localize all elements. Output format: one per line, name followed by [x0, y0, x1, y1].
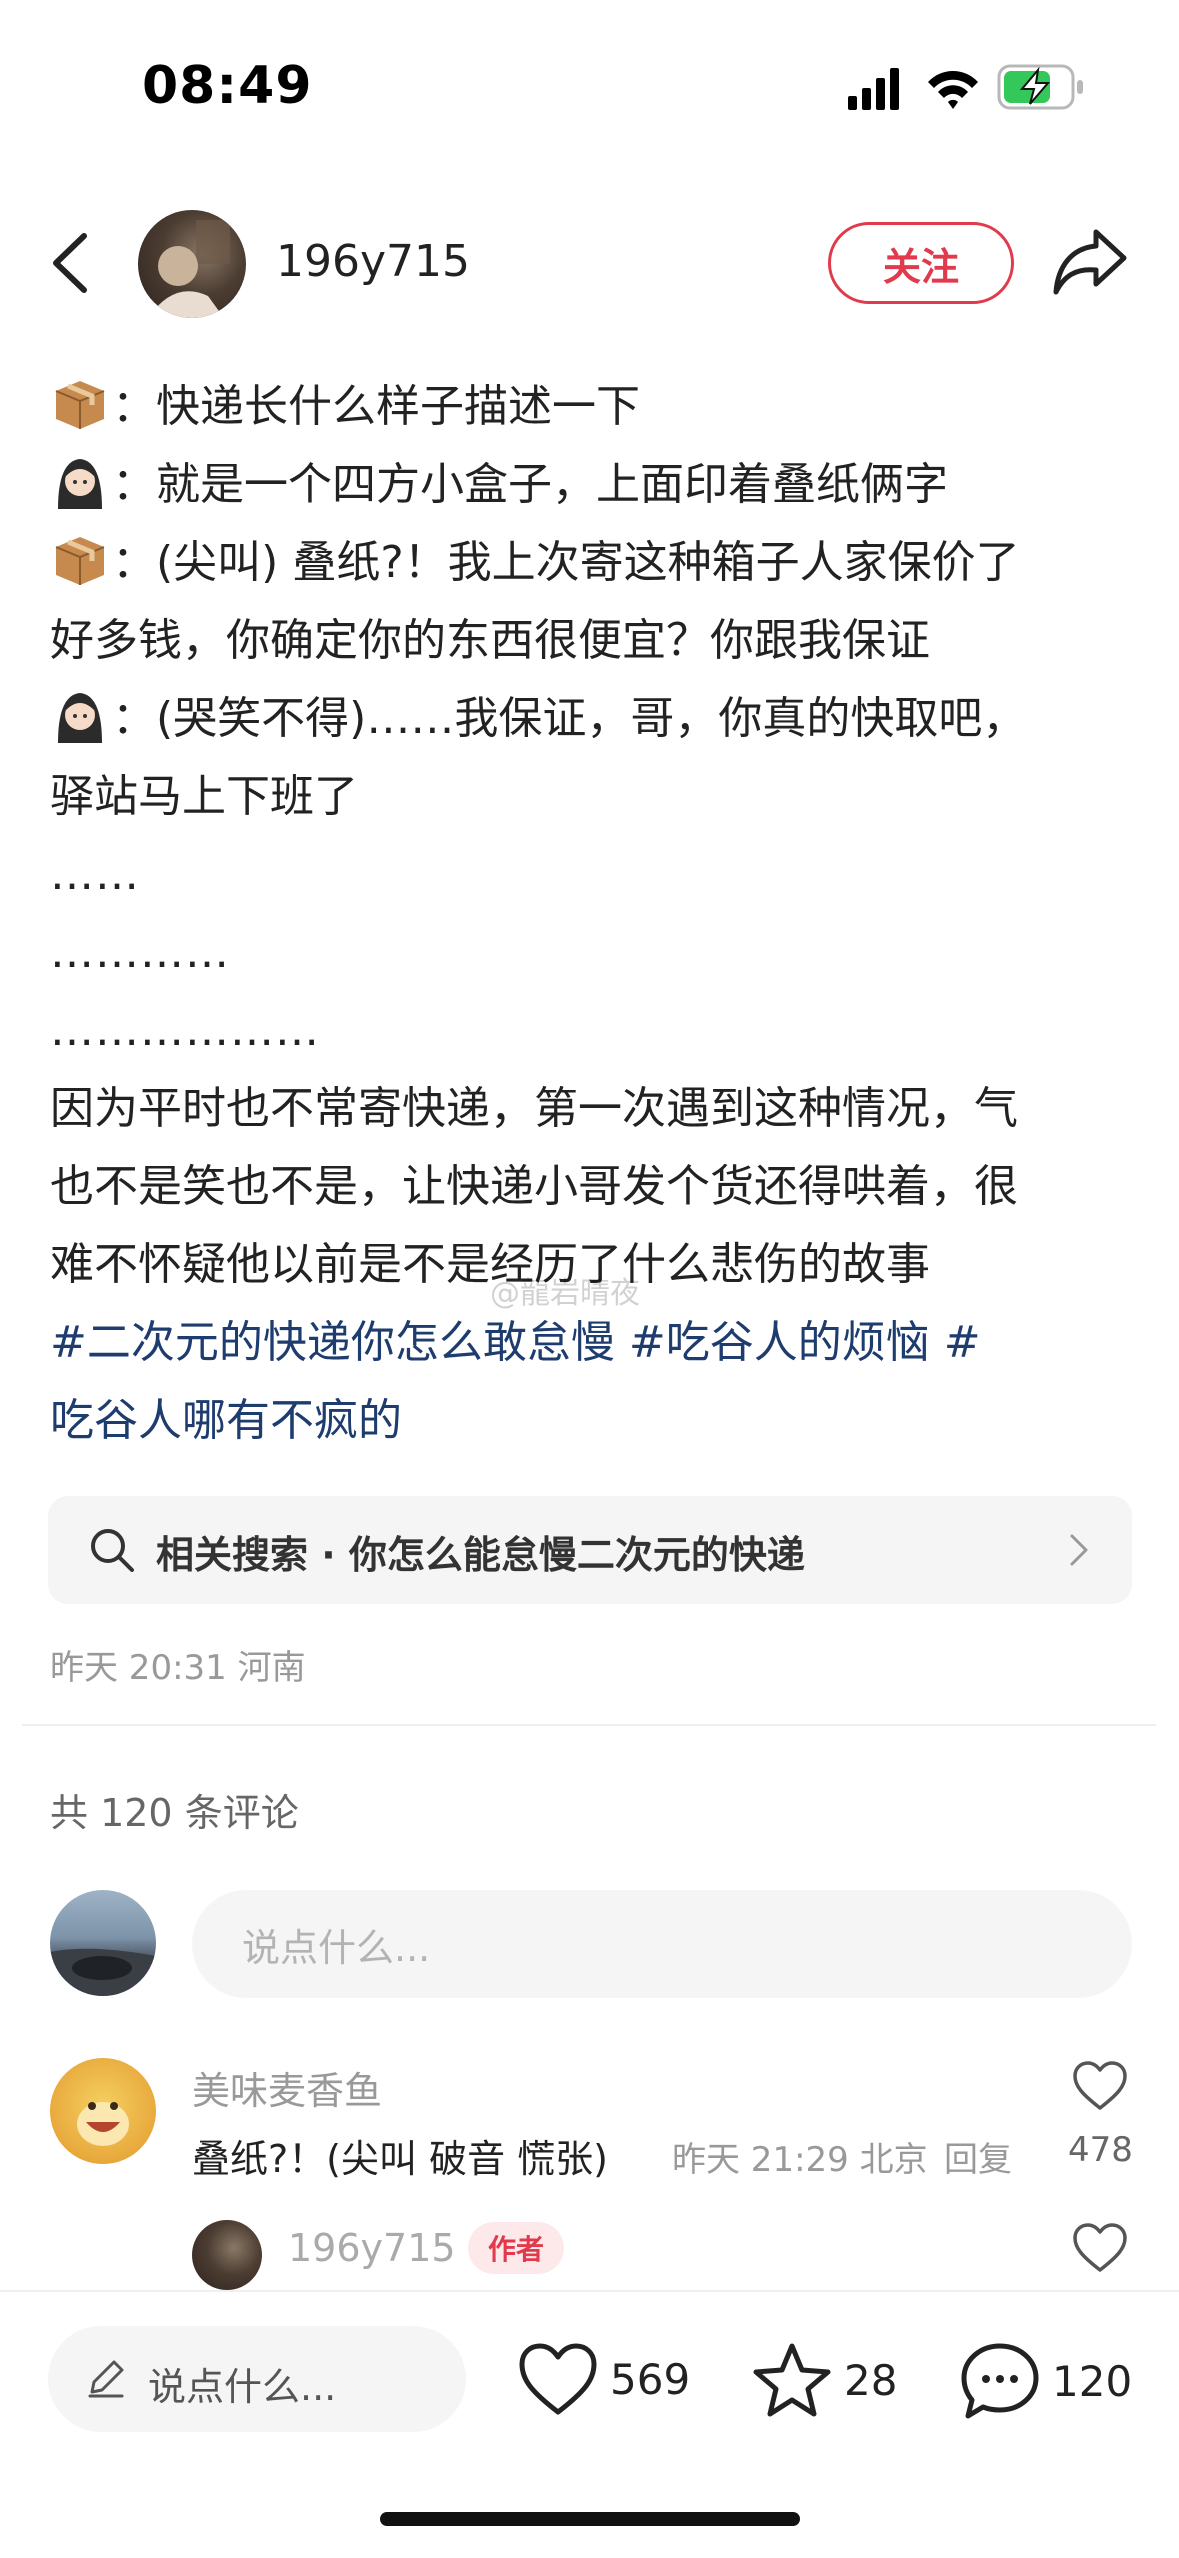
hashtag-link[interactable]: #吃谷人的烦恼	[615, 1317, 930, 1368]
home-indicator[interactable]	[380, 2512, 800, 2526]
content-text: ：(尖叫) 叠纸?！我上次寄这种箱子人家保价了	[112, 537, 1020, 588]
like-count: 569	[610, 2354, 691, 2404]
status-time: 08:49	[142, 56, 313, 116]
hashtag-line: #二次元的快递你怎么敢怠慢 #吃谷人的烦恼 #	[50, 1304, 1140, 1382]
cellular-signal-icon	[848, 68, 899, 110]
content-line: 驿站马上下班了	[50, 771, 358, 822]
post-time-location: 昨天 20:31 河南	[50, 1648, 306, 1688]
content-line: ：(尖叫) 叠纸?！我上次寄这种箱子人家保价了	[50, 524, 1140, 602]
commenter-name[interactable]: 美味麦香鱼	[192, 2060, 382, 2115]
comment-total: 120	[1052, 2356, 1133, 2406]
related-search-bar[interactable]: 相关搜索 · 你怎么能怠慢二次元的快递	[48, 1496, 1132, 1604]
reply-avatar[interactable]	[192, 2220, 262, 2290]
divider	[22, 1724, 1156, 1726]
author-name[interactable]: 196y715	[276, 236, 470, 287]
reply-author-name[interactable]: 196y715	[288, 2226, 456, 2270]
hashtag-link[interactable]: #二次元的快递你怎么敢怠慢	[50, 1317, 615, 1368]
comment-like-count: 478	[1068, 2130, 1133, 2170]
heart-icon[interactable]	[1072, 2222, 1128, 2274]
paragraph-line: 因为平时也不常寄快递，第一次遇到这种情况，气	[50, 1083, 1018, 1134]
comment-time-location: 昨天 21:29 北京	[672, 2140, 928, 2180]
package-emoji-icon	[55, 537, 105, 585]
heart-icon	[519, 2343, 597, 2415]
author-avatar[interactable]	[138, 210, 246, 318]
bottom-input-placeholder: 说点什么...	[148, 2365, 337, 2409]
bottom-comment-input[interactable]: 说点什么...	[48, 2326, 466, 2432]
content-text: ：快递长什么样子描述一下	[112, 381, 640, 432]
favorite-button[interactable]: 28	[752, 2342, 897, 2418]
content-line: ：就是一个四方小盒子，上面印着叠纸俩字	[50, 446, 1140, 524]
comment-count: 共 120 条评论	[50, 1791, 299, 1835]
content-text: ：就是一个四方小盒子，上面印着叠纸俩字	[112, 459, 948, 510]
ellipsis-line: ……	[50, 849, 140, 900]
woman-emoji-icon	[58, 693, 102, 743]
my-avatar	[50, 1890, 156, 1996]
reply-button[interactable]: 回复	[944, 2132, 1012, 2181]
package-emoji-icon	[55, 381, 105, 429]
comment-input[interactable]: 说点什么...	[192, 1890, 1132, 1998]
wifi-icon	[928, 71, 978, 109]
comment-text: 叠纸?！(尖叫 破音 慌张)	[192, 2137, 608, 2181]
heart-icon[interactable]	[1072, 2060, 1128, 2112]
comment-button[interactable]: 120	[960, 2342, 1132, 2420]
paragraph-line: 也不是笑也不是，让快递小哥发个货还得哄着，很	[50, 1161, 1018, 1212]
author-badge: 作者	[468, 2222, 564, 2274]
share-icon[interactable]	[1050, 226, 1130, 298]
commenter-avatar[interactable]	[50, 2058, 156, 2164]
comment-bubble-icon	[961, 2343, 1039, 2419]
ellipsis-line: ………………	[50, 1005, 320, 1056]
ellipsis-line: …………	[50, 927, 230, 978]
battery-charging-icon	[997, 64, 1083, 110]
pen-icon	[88, 2360, 124, 2398]
like-button[interactable]: 569	[518, 2342, 690, 2416]
hashtag-line: 吃谷人哪有不疯的	[50, 1382, 1140, 1460]
chevron-right-icon	[1070, 1534, 1088, 1566]
hashtag-link[interactable]: 吃谷人哪有不疯的	[50, 1395, 402, 1446]
content-line: ：(哭笑不得)……我保证，哥，你真的快取吧，	[50, 680, 1140, 758]
related-search-text: 相关搜索 · 你怎么能怠慢二次元的快递	[156, 1533, 805, 1577]
star-icon	[753, 2343, 831, 2417]
content-text: ：(哭笑不得)……我保证，哥，你真的快取吧，	[112, 693, 1027, 744]
content-line: 好多钱，你确定你的东西很便宜？你跟我保证	[50, 615, 930, 666]
favorite-count: 28	[844, 2355, 898, 2405]
follow-button[interactable]: 关注	[828, 222, 1014, 304]
back-icon[interactable]	[44, 228, 104, 298]
status-icons	[848, 64, 1083, 110]
watermark-text: @龍岩晴夜	[490, 1276, 640, 1311]
content-line: ：快递长什么样子描述一下	[50, 368, 1140, 446]
woman-emoji-icon	[58, 459, 102, 509]
search-icon	[91, 1529, 134, 1572]
hashtag-link[interactable]: #	[930, 1317, 981, 1368]
